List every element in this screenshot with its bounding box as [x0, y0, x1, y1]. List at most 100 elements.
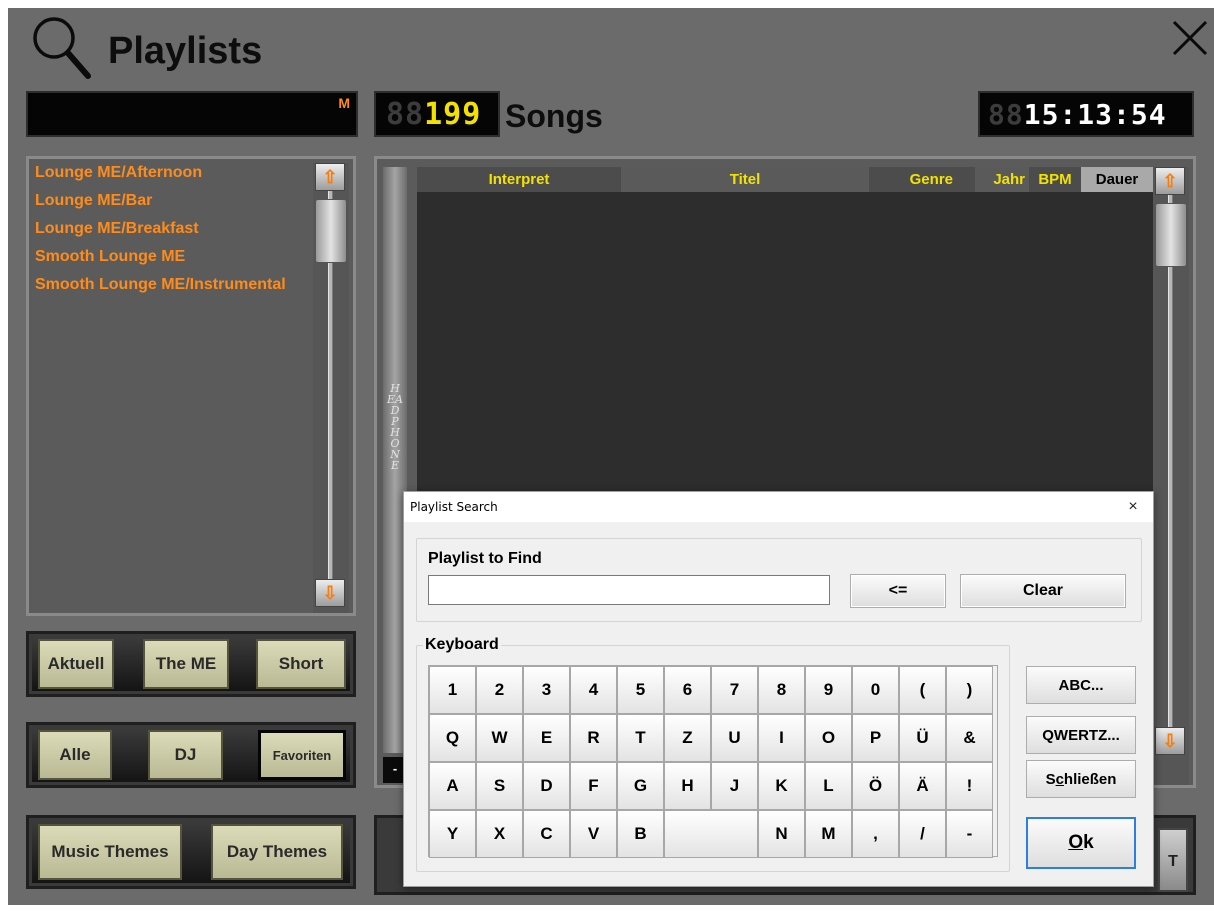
close-icon[interactable]: [1170, 18, 1210, 58]
key[interactable]: (: [899, 666, 946, 714]
day-themes-button[interactable]: Day Themes: [211, 824, 343, 880]
alle-button[interactable]: Alle: [38, 730, 112, 780]
key[interactable]: 7: [711, 666, 758, 714]
key[interactable]: Z: [664, 714, 711, 762]
scroll-down-arrow-icon[interactable]: ⇩: [315, 579, 345, 607]
page-title: Playlists: [108, 30, 263, 72]
qwertz-layout-button[interactable]: QWERTZ...: [1026, 716, 1136, 754]
key[interactable]: U: [711, 714, 758, 762]
key[interactable]: 6: [664, 666, 711, 714]
key[interactable]: B: [617, 810, 664, 858]
dj-button[interactable]: DJ: [148, 730, 223, 780]
clock-value: 15:13:54: [1023, 97, 1167, 131]
key[interactable]: E: [523, 714, 570, 762]
column-interpret[interactable]: Interpret: [417, 167, 621, 192]
music-themes-button[interactable]: Music Themes: [38, 824, 182, 880]
filter-row-1: Aktuell The ME Short: [26, 631, 356, 697]
abc-layout-button[interactable]: ABC...: [1026, 666, 1136, 704]
key[interactable]: 4: [570, 666, 617, 714]
list-item[interactable]: Lounge ME/Breakfast: [35, 219, 303, 247]
key[interactable]: 8: [758, 666, 805, 714]
key[interactable]: /: [899, 810, 946, 858]
list-item[interactable]: Lounge ME/Afternoon: [35, 163, 303, 191]
bottom-bar-button[interactable]: T: [1158, 828, 1188, 892]
key[interactable]: 0: [852, 666, 899, 714]
close-button-label-accelerator: c: [1055, 770, 1064, 788]
key[interactable]: 1: [429, 666, 476, 714]
key[interactable]: 5: [617, 666, 664, 714]
dialog-close-icon[interactable]: ×: [1113, 492, 1153, 522]
column-bpm[interactable]: BPM: [1029, 167, 1081, 192]
on-screen-keyboard: 1 2 3 4 5 6 7 8 9 0 ( ) Q W E R T Z U I …: [428, 665, 998, 858]
songs-label: Songs: [505, 98, 603, 134]
key[interactable]: X: [476, 810, 523, 858]
space-key[interactable]: [664, 810, 758, 858]
key[interactable]: H: [664, 762, 711, 810]
key[interactable]: S: [476, 762, 523, 810]
key[interactable]: R: [570, 714, 617, 762]
dialog-title: Playlist Search: [410, 500, 498, 514]
scroll-track[interactable]: [1168, 195, 1173, 735]
key[interactable]: -: [946, 810, 993, 858]
key[interactable]: Ä: [899, 762, 946, 810]
close-button-label-suffix: hließen: [1063, 770, 1117, 788]
playlist-search-dialog: Playlist Search × Playlist to Find <= Cl…: [403, 491, 1154, 887]
key[interactable]: Ö: [852, 762, 899, 810]
key[interactable]: 2: [476, 666, 523, 714]
key[interactable]: I: [758, 714, 805, 762]
key[interactable]: F: [570, 762, 617, 810]
key[interactable]: O: [805, 714, 852, 762]
key[interactable]: G: [617, 762, 664, 810]
search-icon[interactable]: [26, 10, 96, 84]
key[interactable]: ,: [852, 810, 899, 858]
clear-button[interactable]: Clear: [960, 574, 1126, 608]
favoriten-button[interactable]: Favoriten: [258, 730, 346, 780]
key[interactable]: C: [523, 810, 570, 858]
key[interactable]: Q: [429, 714, 476, 762]
column-dauer[interactable]: Dauer: [1081, 167, 1153, 192]
key[interactable]: Y: [429, 810, 476, 858]
key[interactable]: 9: [805, 666, 852, 714]
song-scrollbar[interactable]: ⇧ ⇩: [1153, 167, 1189, 785]
key[interactable]: M: [805, 810, 852, 858]
column-titel[interactable]: Titel: [621, 167, 869, 192]
short-button[interactable]: Short: [256, 639, 346, 689]
key[interactable]: N: [758, 810, 805, 858]
key[interactable]: ): [946, 666, 993, 714]
key[interactable]: J: [711, 762, 758, 810]
key[interactable]: L: [805, 762, 852, 810]
close-dialog-button[interactable]: Sc hließen: [1026, 760, 1136, 798]
scroll-up-arrow-icon[interactable]: ⇧: [1155, 167, 1185, 195]
playlist-list[interactable]: Lounge ME/Afternoon Lounge ME/Bar Lounge…: [35, 163, 303, 613]
key[interactable]: D: [523, 762, 570, 810]
column-genre[interactable]: Genre: [869, 167, 975, 192]
key[interactable]: !: [946, 762, 993, 810]
song-count-off-segments: 88: [386, 96, 425, 132]
key[interactable]: P: [852, 714, 899, 762]
playlist-scrollbar[interactable]: ⇧ ⇩: [313, 163, 349, 613]
dialog-titlebar[interactable]: Playlist Search ×: [404, 492, 1153, 522]
the-me-button[interactable]: The ME: [143, 639, 229, 689]
list-item[interactable]: Smooth Lounge ME: [35, 247, 303, 275]
scroll-thumb[interactable]: [1155, 203, 1187, 267]
key[interactable]: K: [758, 762, 805, 810]
playlist-search-input[interactable]: [428, 575, 830, 605]
key[interactable]: 3: [523, 666, 570, 714]
scroll-down-arrow-icon[interactable]: ⇩: [1155, 727, 1185, 755]
headphone-label: HEADPHONE: [387, 382, 403, 472]
backspace-button[interactable]: <=: [850, 574, 946, 608]
column-jahr[interactable]: Jahr: [975, 167, 1029, 192]
key[interactable]: T: [617, 714, 664, 762]
list-item[interactable]: Smooth Lounge ME/Instrumental: [35, 275, 303, 303]
key[interactable]: Ü: [899, 714, 946, 762]
scroll-thumb[interactable]: [315, 199, 347, 263]
scroll-up-arrow-icon[interactable]: ⇧: [315, 163, 345, 191]
key[interactable]: &: [946, 714, 993, 762]
search-mode-indicator: M: [338, 95, 350, 111]
key[interactable]: A: [429, 762, 476, 810]
ok-button[interactable]: Ok: [1026, 817, 1136, 869]
list-item[interactable]: Lounge ME/Bar: [35, 191, 303, 219]
key[interactable]: W: [476, 714, 523, 762]
key[interactable]: V: [570, 810, 617, 858]
aktuell-button[interactable]: Aktuell: [38, 639, 114, 689]
